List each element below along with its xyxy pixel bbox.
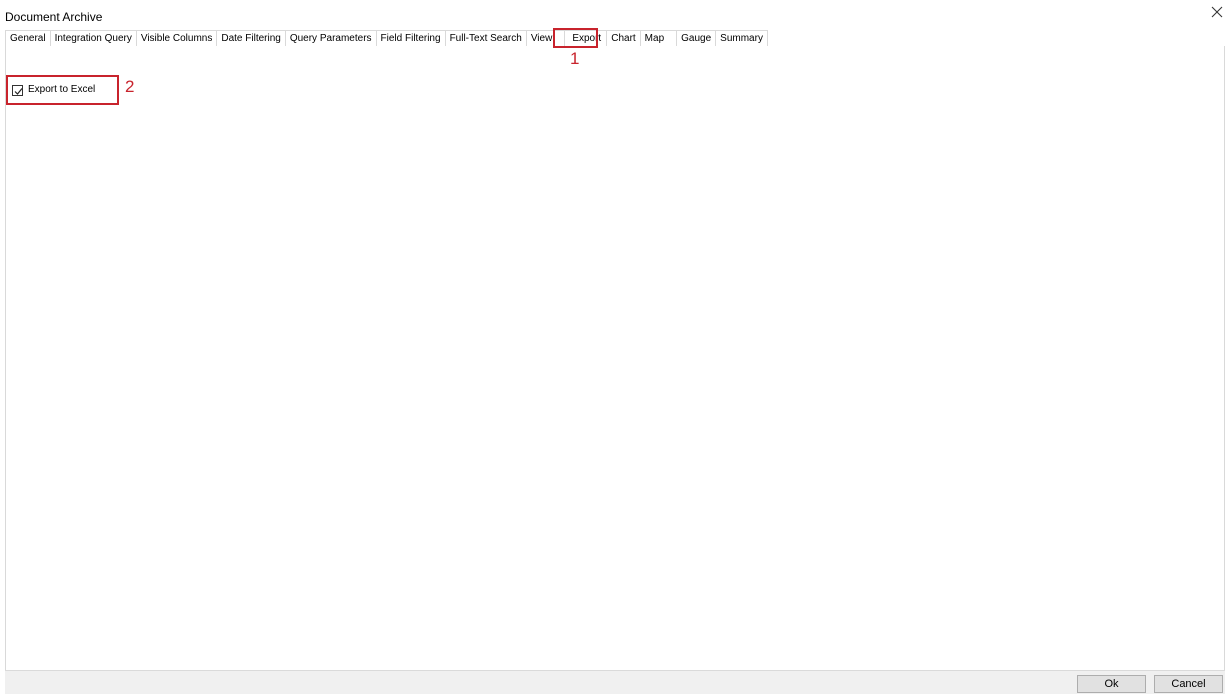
tab-summary[interactable]: Summary (715, 30, 768, 46)
tab-map[interactable]: Map (639, 30, 677, 46)
tab-content-area (5, 46, 1225, 670)
tab-visible-columns[interactable]: Visible Columns (135, 30, 217, 46)
window-title: Document Archive (5, 10, 103, 24)
close-button[interactable] (1204, 2, 1230, 24)
tab-integration-query[interactable]: Integration Query (49, 30, 136, 46)
close-icon (1211, 6, 1223, 18)
title-bar: Document Archive (0, 0, 1230, 30)
tab-field-filtering[interactable]: Field Filtering (375, 30, 445, 46)
tab-date-filtering[interactable]: Date Filtering (216, 30, 285, 46)
cancel-button[interactable]: Cancel (1154, 675, 1223, 693)
annotation-number-2: 2 (125, 77, 135, 96)
annotation-box-export-tab (553, 28, 598, 48)
dialog-footer: Ok Cancel (5, 670, 1225, 694)
tab-chart[interactable]: Chart (606, 30, 640, 46)
tab-gauge[interactable]: Gauge (676, 30, 716, 46)
tab-strip: General Integration Query Visible Column… (5, 30, 768, 46)
annotation-number-1: 1 (570, 49, 580, 68)
ok-button[interactable]: Ok (1077, 675, 1146, 693)
tab-full-text-search[interactable]: Full-Text Search (444, 30, 526, 46)
tab-query-parameters[interactable]: Query Parameters (284, 30, 376, 46)
annotation-box-export-checkbox (6, 75, 119, 105)
tab-general[interactable]: General (5, 30, 50, 46)
dialog-window: Document Archive General Integration Que… (0, 0, 1230, 698)
